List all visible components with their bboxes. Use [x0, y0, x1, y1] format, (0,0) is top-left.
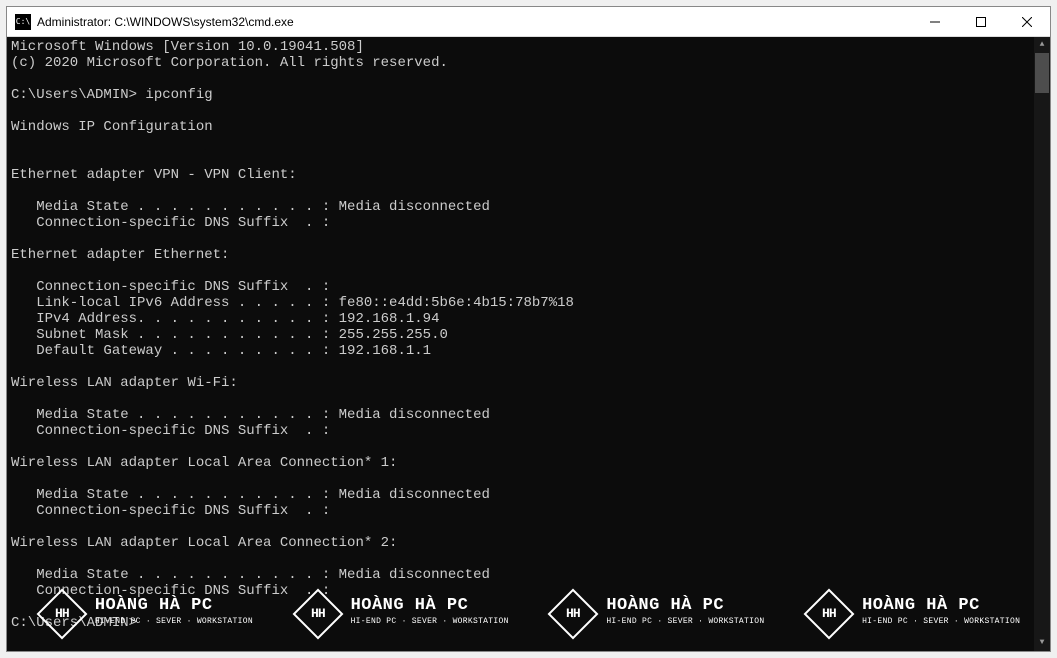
adapter-name: Ethernet adapter Ethernet:: [11, 247, 1046, 263]
cmd-window: C:\ Administrator: C:\WINDOWS\system32\c…: [6, 6, 1051, 652]
cmd-icon-text: C:\: [16, 18, 30, 26]
window-controls: [912, 7, 1050, 36]
scroll-up-icon[interactable]: ▲: [1034, 37, 1050, 53]
scrollbar-thumb[interactable]: [1035, 53, 1049, 93]
terminal-blank: [11, 599, 1046, 615]
adapter-line: Connection-specific DNS Suffix . :: [11, 215, 1046, 231]
terminal-line: Microsoft Windows [Version 10.0.19041.50…: [11, 39, 1046, 55]
adapter-name: Wireless LAN adapter Wi-Fi:: [11, 375, 1046, 391]
adapter-line: Media State . . . . . . . . . . . : Medi…: [11, 487, 1046, 503]
terminal-body[interactable]: Microsoft Windows [Version 10.0.19041.50…: [7, 37, 1050, 651]
adapter-line: Connection-specific DNS Suffix . :: [11, 583, 1046, 599]
adapter-line: IPv4 Address. . . . . . . . . . . : 192.…: [11, 311, 1046, 327]
terminal-blank: [11, 263, 1046, 279]
terminal-prompt: C:\Users\ADMIN> ipconfig: [11, 87, 1046, 103]
terminal-blank: [11, 471, 1046, 487]
close-icon: [1022, 17, 1032, 27]
adapter-line: Connection-specific DNS Suffix . :: [11, 423, 1046, 439]
terminal-blank: [11, 231, 1046, 247]
adapter-line: Connection-specific DNS Suffix . :: [11, 279, 1046, 295]
terminal-blank: [11, 103, 1046, 119]
terminal-blank: [11, 71, 1046, 87]
cmd-icon: C:\: [15, 14, 31, 30]
adapter-line: Media State . . . . . . . . . . . : Medi…: [11, 567, 1046, 583]
adapter-name: Wireless LAN adapter Local Area Connecti…: [11, 535, 1046, 551]
terminal-prompt: C:\Users\ADMIN>: [11, 615, 1046, 631]
adapter-name: Ethernet adapter VPN - VPN Client:: [11, 167, 1046, 183]
window-title: Administrator: C:\WINDOWS\system32\cmd.e…: [37, 15, 912, 29]
terminal-blank: [11, 551, 1046, 567]
minimize-icon: [930, 17, 940, 27]
terminal-blank: [11, 359, 1046, 375]
terminal-blank: [11, 439, 1046, 455]
adapter-name: Wireless LAN adapter Local Area Connecti…: [11, 455, 1046, 471]
scrollbar[interactable]: ▲ ▼: [1034, 37, 1050, 651]
terminal-line: Windows IP Configuration: [11, 119, 1046, 135]
adapter-line: Connection-specific DNS Suffix . :: [11, 503, 1046, 519]
adapter-line: Subnet Mask . . . . . . . . . . . : 255.…: [11, 327, 1046, 343]
terminal-blank: [11, 151, 1046, 167]
adapter-line: Media State . . . . . . . . . . . : Medi…: [11, 199, 1046, 215]
scroll-down-icon[interactable]: ▼: [1034, 635, 1050, 651]
terminal-blank: [11, 135, 1046, 151]
minimize-button[interactable]: [912, 7, 958, 36]
terminal-blank: [11, 519, 1046, 535]
terminal-blank: [11, 391, 1046, 407]
adapter-line: Media State . . . . . . . . . . . : Medi…: [11, 407, 1046, 423]
titlebar[interactable]: C:\ Administrator: C:\WINDOWS\system32\c…: [7, 7, 1050, 37]
close-button[interactable]: [1004, 7, 1050, 36]
adapter-line: Link-local IPv6 Address . . . . . : fe80…: [11, 295, 1046, 311]
maximize-button[interactable]: [958, 7, 1004, 36]
maximize-icon: [976, 17, 986, 27]
adapter-line: Default Gateway . . . . . . . . . : 192.…: [11, 343, 1046, 359]
terminal-line: (c) 2020 Microsoft Corporation. All righ…: [11, 55, 1046, 71]
terminal-blank: [11, 183, 1046, 199]
